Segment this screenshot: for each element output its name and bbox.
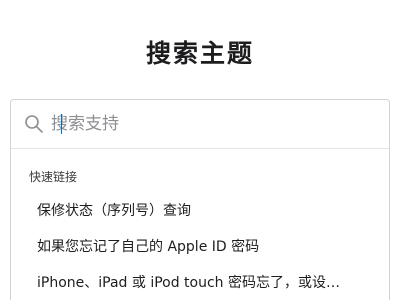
quick-link-forgot-passcode[interactable]: iPhone、iPad 或 iPod touch 密码忘了，或设… (11, 265, 389, 300)
quick-links-list: 保修状态（序列号）查询 如果您忘记了自己的 Apple ID 密码 iPhone… (11, 193, 389, 300)
page-title: 搜索主题 (145, 39, 254, 68)
search-icon (24, 114, 44, 134)
search-bar[interactable] (11, 100, 389, 149)
search-input[interactable] (51, 109, 371, 139)
quick-link-forgot-apple-id[interactable]: 如果您忘记了自己的 Apple ID 密码 (11, 229, 389, 265)
search-panel: 快速链接 保修状态（序列号）查询 如果您忘记了自己的 Apple ID 密码 i… (10, 99, 390, 300)
quick-link-warranty-status[interactable]: 保修状态（序列号）查询 (11, 193, 389, 229)
search-page: 搜索主题 快速链接 保修状态（序列号）查询 如果您忘记了自己的 Apple ID… (0, 0, 400, 300)
text-caret (61, 114, 62, 134)
quick-links-heading: 快速链接 (29, 170, 78, 184)
